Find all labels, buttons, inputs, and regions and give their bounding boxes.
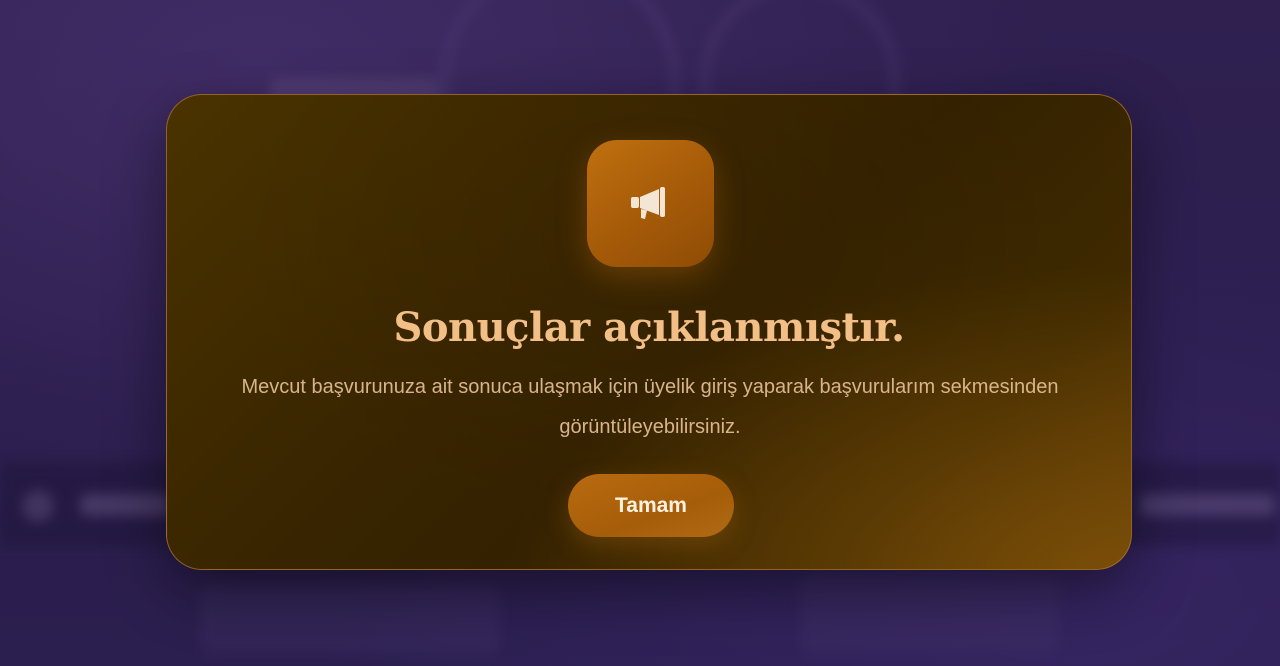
background-card bbox=[200, 585, 500, 655]
megaphone-icon bbox=[630, 186, 665, 219]
background-nav-item bbox=[1140, 494, 1275, 516]
results-announcement-modal: Sonuçlar açıklanmıştır. Mevcut başvurunu… bbox=[166, 94, 1132, 570]
megaphone-icon-container bbox=[587, 140, 714, 267]
modal-title: Sonuçlar açıklanmıştır. bbox=[393, 304, 905, 351]
page: Sonuçlar açıklanmıştır. Mevcut başvurunu… bbox=[0, 0, 1280, 666]
background-nav-item bbox=[80, 494, 170, 516]
background-avatar bbox=[22, 490, 54, 522]
modal-message: Mevcut başvurunuza ait sonuca ulaşmak iç… bbox=[241, 376, 1059, 438]
background-card bbox=[800, 575, 1060, 655]
ok-button[interactable]: Tamam bbox=[568, 474, 734, 537]
